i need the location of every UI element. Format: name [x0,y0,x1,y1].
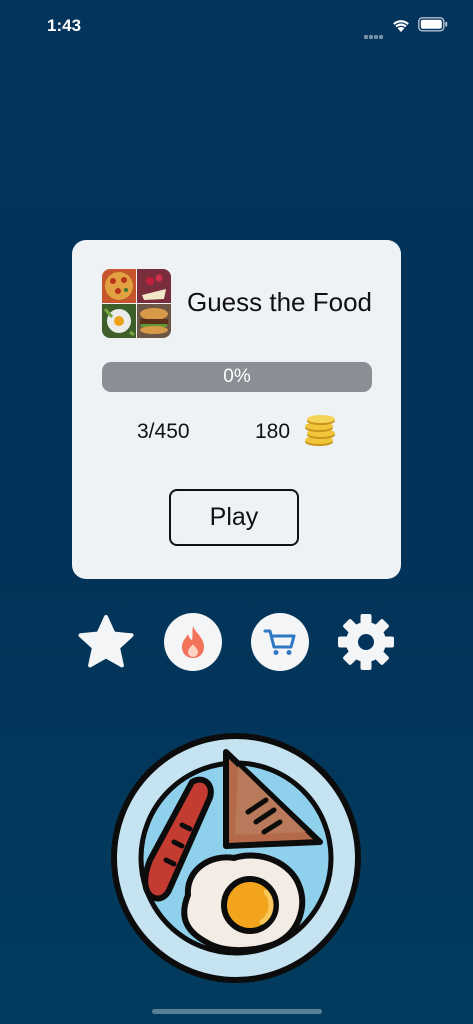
shop-button[interactable] [251,613,309,671]
game-card[interactable]: Guess the Food 0% 3/450 180 Play [72,240,401,579]
fire-icon [182,626,204,658]
favorites-button[interactable] [77,613,135,671]
breakfast-plate-illustration [111,733,361,983]
progress-bar: 0% [102,362,372,392]
wifi-icon [393,20,409,32]
star-icon [78,615,134,668]
battery-icon [418,17,448,32]
status-bar: 1:43 [0,0,473,52]
play-button[interactable]: Play [169,489,299,546]
cart-icon [263,629,296,655]
settings-button[interactable] [337,613,395,671]
trending-button[interactable] [164,613,222,671]
home-indicator [152,1009,322,1014]
coins-count: 180 [255,420,291,443]
status-time: 1:43 [47,16,82,35]
levels-count: 3/450 [137,420,190,443]
game-title: Guess the Food [187,287,372,317]
gear-icon [338,614,394,670]
signal-icon [364,26,386,39]
coin-stack-icon [305,415,335,446]
progress-label: 0% [223,366,251,387]
food-collage-thumbnail [102,269,171,338]
